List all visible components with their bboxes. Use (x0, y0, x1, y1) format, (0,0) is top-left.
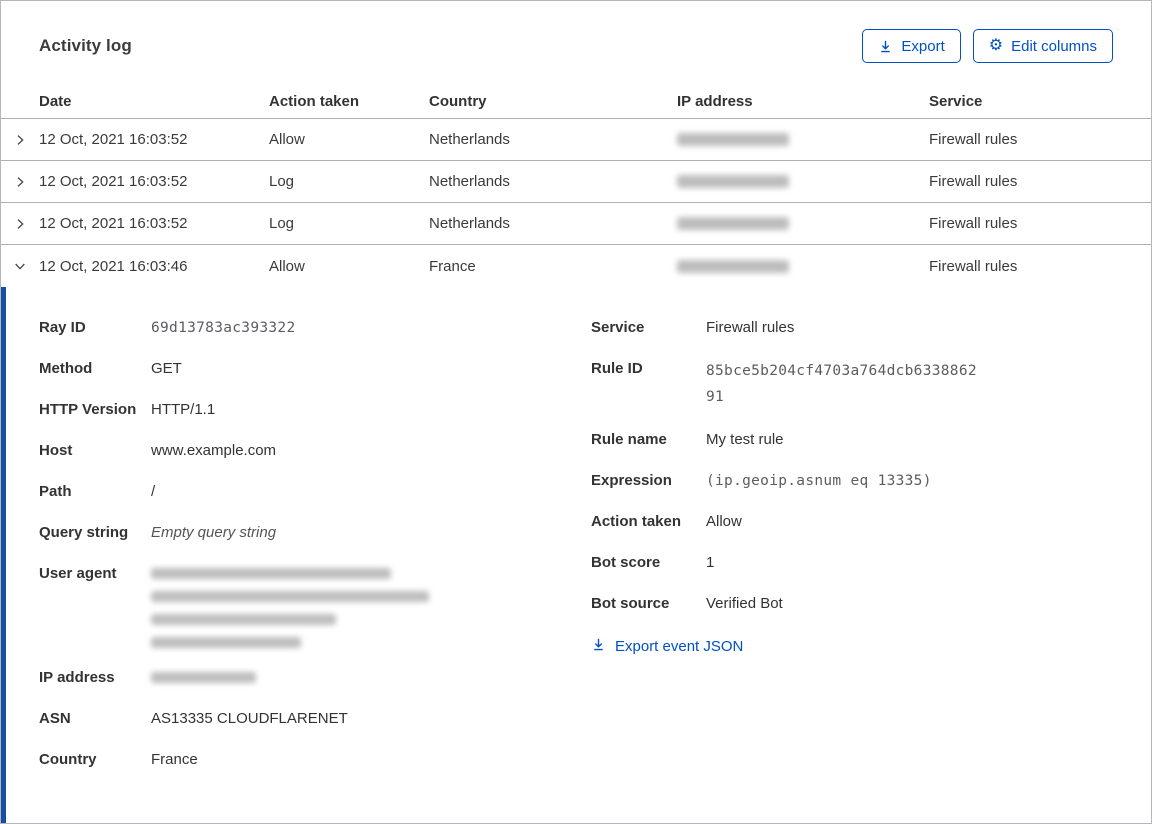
field-method: Method GET (39, 360, 182, 377)
field-bot-source: Bot source Verified Bot (591, 595, 783, 612)
cell-action-taken: Log (269, 173, 295, 190)
field-http-version: HTTP Version HTTP/1.1 (39, 401, 216, 418)
export-event-json-link[interactable]: Export event JSON (591, 637, 743, 656)
activity-log-panel: Activity log Export ⚙ Edit columns Date … (0, 0, 1152, 824)
gear-icon: ⚙ (988, 37, 1004, 54)
chevron-right-icon[interactable] (1, 161, 39, 202)
cell-action-taken: Allow (269, 257, 305, 275)
cell-service: Firewall rules (929, 257, 1018, 275)
redacted-ip-address (677, 217, 789, 230)
field-service: Service Firewall rules (591, 319, 795, 336)
field-rule-name: Rule name My test rule (591, 431, 784, 448)
edit-columns-button-label: Edit columns (1011, 37, 1097, 55)
column-header-date: Date (39, 93, 72, 110)
field-expression: Expression (ip.geoip.asnum eq 13335) (591, 472, 932, 489)
cell-service: Firewall rules (929, 173, 1018, 190)
event-detail-panel: Ray ID 69d13783ac393322 Method GET HTTP … (1, 287, 1151, 823)
field-asn: ASN AS13335 CLOUDFLARENET (39, 710, 348, 727)
cell-country: Netherlands (429, 131, 510, 148)
field-user-agent: User agent (39, 563, 591, 648)
redacted-ip-address (677, 133, 789, 146)
cell-date: 12 Oct, 2021 16:03:52 (39, 131, 188, 148)
chevron-right-icon[interactable] (1, 203, 39, 244)
export-button-label: Export (901, 37, 945, 55)
cell-service: Firewall rules (929, 215, 1018, 232)
cell-date: 12 Oct, 2021 16:03:46 (39, 257, 188, 275)
field-country: Country France (39, 751, 198, 768)
field-host: Host www.example.com (39, 442, 277, 459)
table-row[interactable]: 12 Oct, 2021 16:03:52 Log Netherlands Fi… (1, 203, 1151, 245)
cell-action-taken: Allow (269, 131, 305, 148)
export-event-json-label: Export event JSON (615, 638, 744, 655)
redacted-ip-address (151, 667, 256, 683)
field-query-string: Query string Empty query string (39, 524, 277, 541)
redacted-ip-address (677, 175, 789, 188)
field-path: Path / (39, 483, 156, 500)
detail-column-left: Ray ID 69d13783ac393322 Method GET HTTP … (39, 317, 591, 790)
detail-column-right: Service Firewall rules Rule ID 85bce5b20… (591, 317, 1113, 657)
field-rule-id: Rule ID 85bce5b204cf4703a764dcb633886291 (591, 360, 977, 405)
cell-date: 12 Oct, 2021 16:03:52 (39, 215, 188, 232)
chevron-down-icon[interactable] (1, 245, 39, 287)
column-header-service: Service (929, 93, 983, 110)
field-bot-score: Bot score 1 (591, 554, 715, 571)
cell-action-taken: Log (269, 215, 295, 232)
column-header-action-taken: Action taken (269, 93, 360, 110)
column-header-country: Country (429, 93, 487, 110)
redacted-ip-address (677, 259, 789, 273)
cell-country: Netherlands (429, 173, 510, 190)
table-row[interactable]: 12 Oct, 2021 16:03:52 Allow Netherlands … (1, 119, 1151, 161)
redacted-user-agent (151, 563, 429, 648)
table-row-expanded[interactable]: 12 Oct, 2021 16:03:46 Allow France Firew… (1, 245, 1151, 287)
toolbar: Export ⚙ Edit columns (862, 29, 1113, 63)
cell-country: France (429, 257, 476, 275)
topbar: Activity log Export ⚙ Edit columns (1, 1, 1151, 85)
field-action-taken: Action taken Allow (591, 513, 742, 530)
download-icon (591, 637, 606, 656)
download-icon (878, 39, 893, 54)
edit-columns-button[interactable]: ⚙ Edit columns (972, 29, 1113, 63)
page-title: Activity log (39, 36, 132, 55)
cell-country: Netherlands (429, 215, 510, 232)
chevron-right-icon[interactable] (1, 119, 39, 160)
cell-service: Firewall rules (929, 131, 1018, 148)
export-button[interactable]: Export (862, 29, 961, 63)
column-header-ip-address: IP address (677, 93, 753, 110)
field-ip-address: IP address (39, 667, 591, 689)
cell-date: 12 Oct, 2021 16:03:52 (39, 173, 188, 190)
table-header: Date Action taken Country IP address Ser… (1, 85, 1151, 119)
table-row[interactable]: 12 Oct, 2021 16:03:52 Log Netherlands Fi… (1, 161, 1151, 203)
field-ray-id: Ray ID 69d13783ac393322 (39, 319, 296, 336)
